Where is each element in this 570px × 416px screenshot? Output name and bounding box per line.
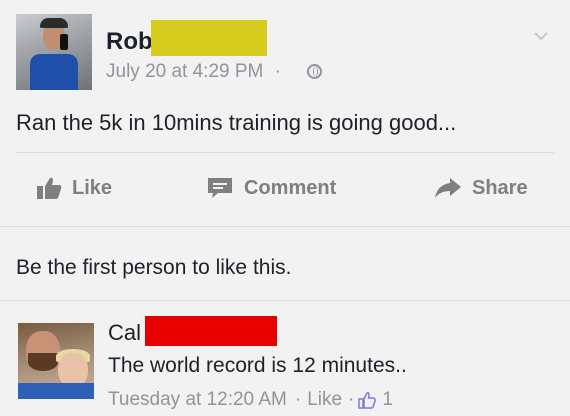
comment-like-link[interactable]: Like	[307, 389, 342, 411]
like-button[interactable]: Like	[36, 174, 112, 202]
post-time-text[interactable]: July 20 at 4:29 PM	[106, 61, 263, 82]
avatar-beard	[28, 353, 58, 371]
comment-button[interactable]: Comment	[206, 174, 336, 202]
chevron-down-icon[interactable]	[533, 28, 549, 44]
comment-text: The world record is 12 minutes..	[108, 354, 407, 377]
thumbs-up-icon	[37, 177, 62, 199]
comment-like-count: 1	[382, 389, 393, 410]
globe-icon[interactable]	[307, 64, 322, 79]
comment-item: Cal The world record is 12 minutes.. Tue…	[0, 300, 570, 416]
divider	[0, 226, 570, 227]
share-button[interactable]: Share	[434, 174, 528, 202]
meta-separator: ·	[274, 61, 281, 82]
name-redaction	[145, 316, 277, 346]
commenter-avatar[interactable]	[18, 323, 94, 399]
post-author-name[interactable]: Rob	[106, 28, 153, 56]
commenter-name[interactable]: Cal	[108, 320, 141, 346]
post-text: Ran the 5k in 10mins training is going g…	[16, 110, 457, 135]
post-header: Rob July 20 at 4:29 PM ·	[0, 0, 570, 100]
share-arrow-icon	[435, 178, 461, 198]
avatar-shirt	[30, 54, 78, 90]
share-label: Share	[472, 176, 528, 199]
meta-separator: ·	[294, 389, 302, 410]
avatar-child-face	[58, 353, 88, 387]
avatar-cap	[40, 18, 68, 28]
name-redaction	[151, 20, 267, 56]
author-avatar[interactable]	[16, 14, 92, 90]
thumbs-up-outline-icon[interactable]	[358, 391, 377, 409]
avatar-phone	[60, 34, 68, 50]
avatar-shirt	[18, 383, 94, 399]
like-label: Like	[72, 176, 113, 199]
comment-meta: Tuesday at 12:20 AM · Like · 1	[108, 389, 393, 411]
comment-timestamp[interactable]: Tuesday at 12:20 AM	[108, 389, 287, 411]
likes-summary: Be the first person to like this.	[16, 256, 292, 279]
comment-label: Comment	[244, 176, 337, 199]
divider	[16, 152, 554, 153]
post-actions-bar: Like Comment Share	[0, 162, 570, 214]
meta-separator: ·	[348, 389, 355, 410]
post-timestamp[interactable]: July 20 at 4:29 PM ·	[106, 61, 281, 83]
speech-bubble-icon	[208, 178, 232, 198]
